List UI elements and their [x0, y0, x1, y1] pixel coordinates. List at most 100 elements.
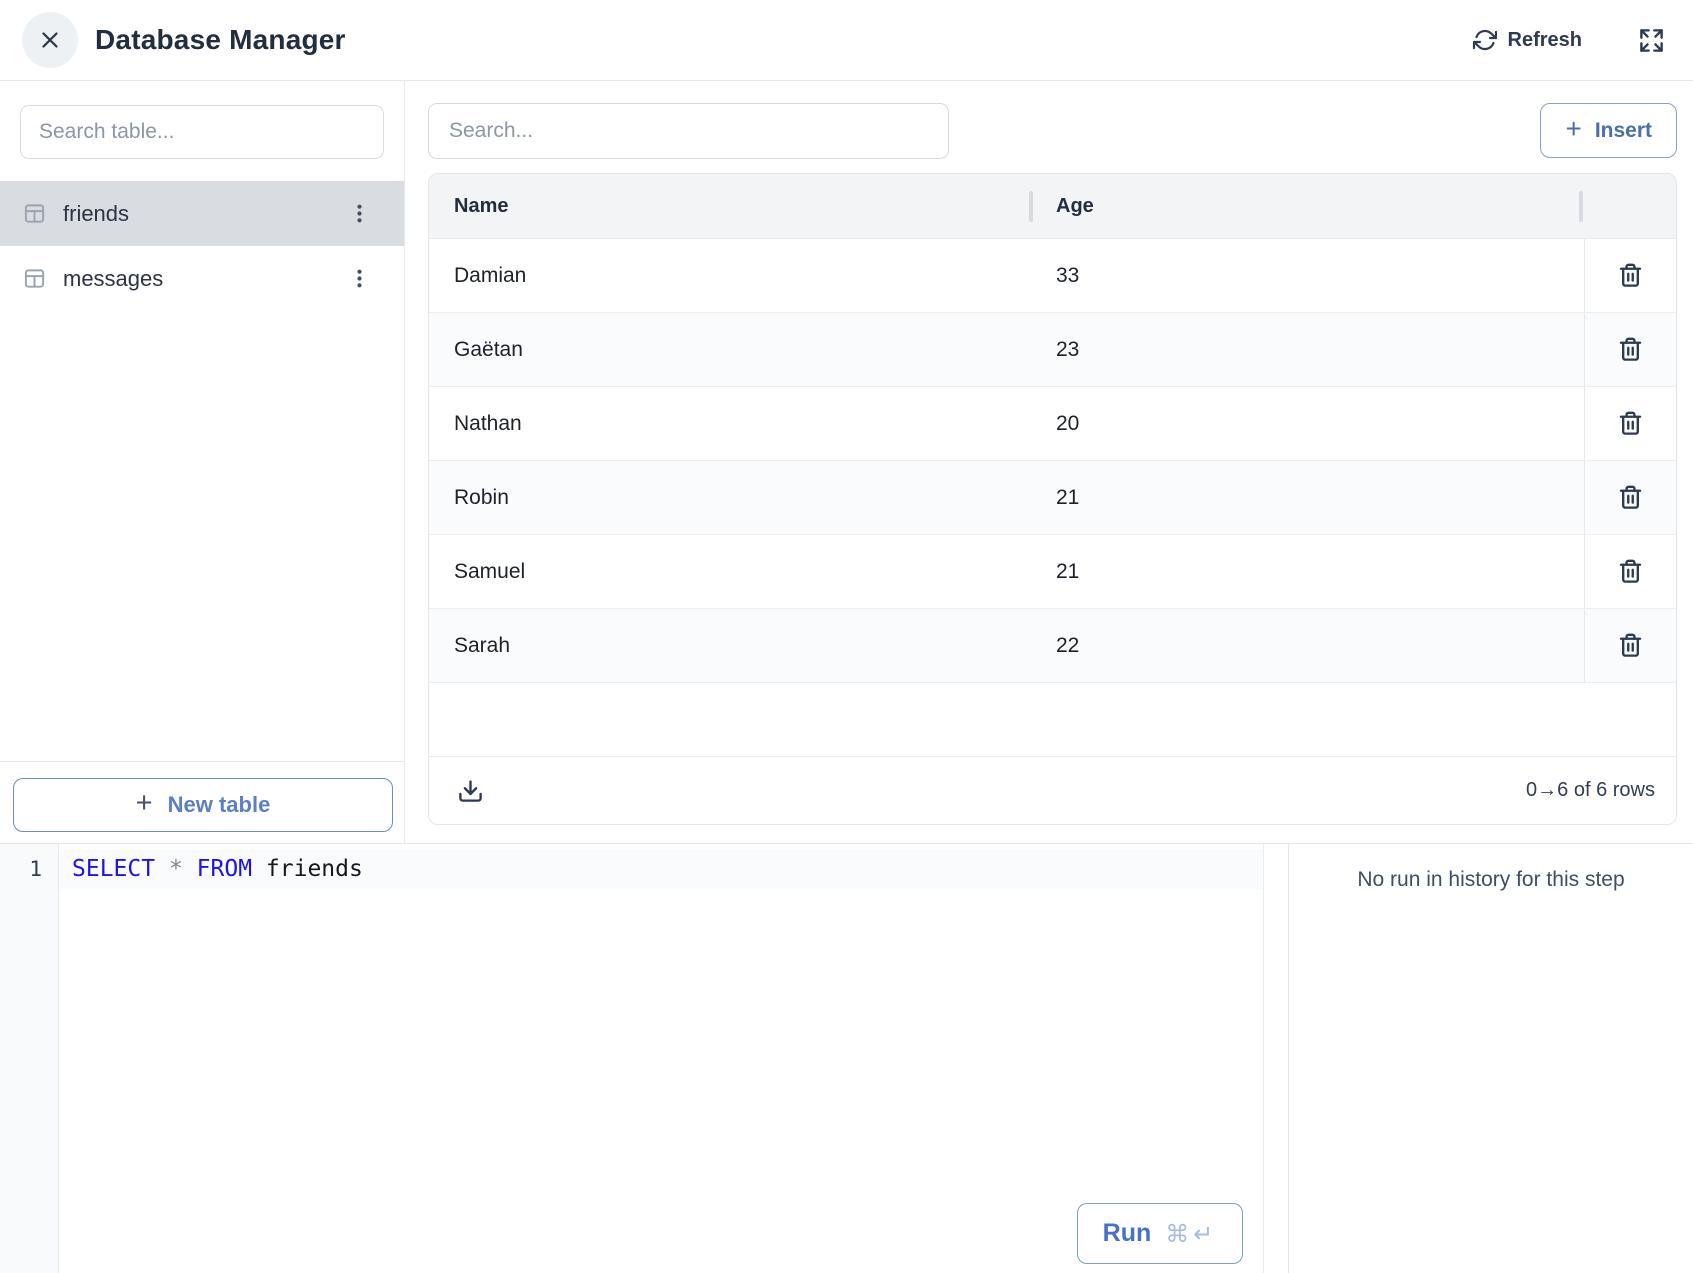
table-row: Robin 21	[429, 461, 1676, 535]
database-manager-window: Database Manager Refresh	[0, 0, 1693, 1273]
trash-icon	[1617, 484, 1644, 511]
table-name-label: friends	[63, 201, 345, 227]
table-row: Gaëtan 23	[429, 313, 1676, 387]
sql-token-plain: friends	[266, 856, 363, 882]
plus-icon: +	[136, 789, 153, 818]
table-name-label: messages	[63, 266, 345, 292]
sql-editor-pane: 1 SELECT * FROM friends Run ⌘↵	[0, 844, 1288, 1273]
sidebar-item-friends[interactable]: friends	[0, 181, 404, 246]
column-header-age: Age	[1031, 195, 1584, 218]
insert-label: Insert	[1595, 119, 1652, 143]
delete-row-button[interactable]	[1613, 480, 1648, 515]
row-actions	[1584, 313, 1676, 386]
header-bar: Database Manager Refresh	[0, 0, 1693, 81]
empty-row-space	[429, 683, 1676, 756]
table-row: Damian 33	[429, 239, 1676, 313]
sidebar-item-messages[interactable]: messages	[0, 246, 404, 311]
cell-name: Samuel	[429, 560, 1031, 584]
trash-icon	[1617, 558, 1644, 585]
cell-age: 20	[1031, 412, 1584, 436]
refresh-button[interactable]: Refresh	[1473, 28, 1582, 52]
kebab-menu-icon	[349, 203, 370, 224]
table-options-button[interactable]	[345, 264, 374, 293]
cell-age: 21	[1031, 560, 1584, 584]
row-actions	[1584, 239, 1676, 312]
new-table-label: New table	[168, 792, 271, 818]
results-panel: + Insert Name Age Damian 33	[405, 81, 1693, 843]
content-area: friends messages + New table	[0, 81, 1693, 843]
run-button[interactable]: Run ⌘↵	[1077, 1203, 1243, 1264]
history-empty-message: No run in history for this step	[1289, 868, 1693, 892]
fullscreen-button[interactable]	[1638, 27, 1665, 54]
editor-gutter: 1	[0, 844, 59, 1273]
table-options-button[interactable]	[345, 199, 374, 228]
grid-footer: 0→6 of 6 rows	[429, 756, 1676, 824]
row-actions	[1584, 535, 1676, 608]
editor-scrollbar[interactable]	[1263, 844, 1288, 1273]
cell-age: 21	[1031, 486, 1584, 510]
row-actions	[1584, 461, 1676, 534]
sidebar-footer: + New table	[0, 761, 404, 843]
results-toolbar: + Insert	[405, 81, 1693, 159]
trash-icon	[1617, 336, 1644, 363]
sidebar: friends messages + New table	[0, 81, 405, 843]
download-button[interactable]	[455, 775, 486, 806]
cell-name: Nathan	[429, 412, 1031, 436]
cell-age: 33	[1031, 264, 1584, 288]
table-body: Damian 33 Gaëtan 23 Nathan 20	[429, 239, 1676, 756]
data-grid: Name Age Damian 33 Gaëtan 23	[428, 173, 1677, 825]
sql-token-plain	[252, 856, 266, 882]
run-label: Run	[1103, 1219, 1152, 1248]
line-number: 1	[0, 849, 42, 889]
column-resize-handle[interactable]	[1579, 191, 1583, 222]
grid-header: Name Age	[429, 174, 1676, 239]
refresh-label: Refresh	[1508, 29, 1582, 52]
refresh-icon	[1473, 28, 1497, 52]
delete-row-button[interactable]	[1613, 406, 1648, 441]
download-icon	[457, 777, 484, 804]
cell-name: Sarah	[429, 634, 1031, 658]
expand-icon	[1638, 27, 1665, 54]
insert-button[interactable]: + Insert	[1540, 103, 1677, 158]
sql-token-plain	[183, 856, 197, 882]
cell-age: 22	[1031, 634, 1584, 658]
cell-age: 23	[1031, 338, 1584, 362]
table-row: Sarah 22	[429, 609, 1676, 683]
run-history-panel: No run in history for this step	[1288, 844, 1693, 1273]
page-title: Database Manager	[95, 24, 346, 56]
new-table-button[interactable]: + New table	[13, 778, 393, 832]
delete-row-button[interactable]	[1613, 332, 1648, 367]
run-shortcut-hint: ⌘↵	[1165, 1220, 1217, 1248]
delete-row-button[interactable]	[1613, 628, 1648, 663]
table-row: Samuel 21	[429, 535, 1676, 609]
sql-token-keyword: SELECT	[72, 856, 155, 882]
close-button[interactable]	[22, 12, 78, 68]
table-list: friends messages	[0, 181, 404, 311]
sidebar-spacer	[0, 311, 404, 761]
trash-icon	[1617, 410, 1644, 437]
kebab-menu-icon	[349, 268, 370, 289]
row-actions	[1584, 387, 1676, 460]
trash-icon	[1617, 262, 1644, 289]
column-header-name: Name	[429, 195, 1031, 218]
rows-count-info: 0→6 of 6 rows	[1526, 779, 1655, 802]
cell-name: Damian	[429, 264, 1031, 288]
sql-code-line: SELECT * FROM friends	[59, 849, 1288, 889]
rows-search-input[interactable]	[428, 103, 949, 159]
cell-name: Gaëtan	[429, 338, 1031, 362]
row-actions	[1584, 609, 1676, 682]
table-row: Nathan 20	[429, 387, 1676, 461]
column-resize-handle[interactable]	[1029, 191, 1033, 222]
sql-token-operator: *	[169, 856, 183, 882]
sql-token-keyword: FROM	[197, 856, 252, 882]
close-icon	[37, 27, 63, 53]
table-search-input[interactable]	[20, 105, 384, 159]
sql-token-plain	[155, 856, 169, 882]
delete-row-button[interactable]	[1613, 258, 1648, 293]
table-grid-icon	[23, 267, 46, 290]
plus-icon: +	[1565, 115, 1581, 143]
trash-icon	[1617, 632, 1644, 659]
delete-row-button[interactable]	[1613, 554, 1648, 589]
cell-name: Robin	[429, 486, 1031, 510]
bottom-section: 1 SELECT * FROM friends Run ⌘↵ No run in…	[0, 843, 1693, 1273]
